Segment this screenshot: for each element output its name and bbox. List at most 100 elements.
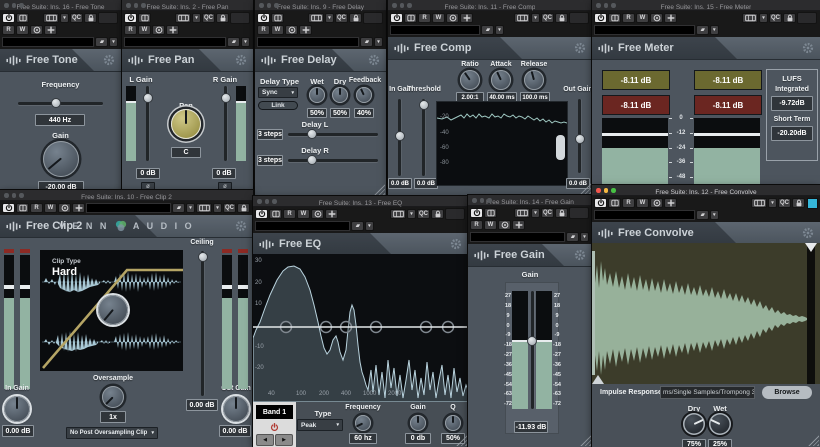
bypass-button[interactable] bbox=[390, 13, 403, 23]
compare-button[interactable] bbox=[138, 13, 151, 23]
wet-knob[interactable] bbox=[309, 87, 325, 103]
compare-button[interactable] bbox=[608, 198, 621, 208]
frequency-value[interactable]: 440 Hz bbox=[35, 114, 85, 126]
l-gain-slider-handle[interactable] bbox=[143, 93, 153, 103]
resize-handle[interactable] bbox=[580, 435, 591, 446]
preset-field[interactable] bbox=[470, 232, 565, 242]
ab-compare-button[interactable] bbox=[390, 209, 406, 219]
automation-button[interactable] bbox=[285, 25, 298, 35]
read-automation-button[interactable]: R bbox=[470, 220, 483, 230]
traffic-lights[interactable] bbox=[392, 3, 412, 8]
bypass-button[interactable] bbox=[470, 208, 483, 218]
settings-gear-icon[interactable] bbox=[368, 54, 380, 66]
dropdown-menu-button[interactable]: ▾ bbox=[60, 13, 69, 23]
ab-compare-button[interactable] bbox=[514, 208, 530, 218]
wet-value[interactable]: 50% bbox=[307, 108, 327, 118]
qc-button[interactable]: QC bbox=[417, 209, 430, 219]
write-automation-button[interactable]: W bbox=[636, 13, 649, 23]
delay-l-steps[interactable]: 3 steps bbox=[257, 129, 283, 140]
peak-left-readout[interactable]: -8.11 dB bbox=[602, 70, 670, 90]
qc-lock-button[interactable] bbox=[783, 13, 796, 23]
frequency-slider-handle[interactable] bbox=[51, 98, 61, 108]
bypass-button[interactable] bbox=[255, 209, 268, 219]
preset-step-button[interactable]: ▴▾ bbox=[172, 203, 185, 213]
resize-handle[interactable] bbox=[374, 184, 385, 195]
preset-step-button[interactable]: ▴▾ bbox=[696, 25, 709, 35]
settings-gear-icon[interactable] bbox=[235, 220, 247, 232]
add-function-button[interactable] bbox=[664, 198, 677, 208]
bypass-button[interactable] bbox=[2, 203, 15, 213]
add-function-button[interactable] bbox=[460, 13, 473, 23]
dropdown-menu-button[interactable]: ▾ bbox=[213, 203, 222, 213]
preset-field[interactable] bbox=[2, 37, 94, 47]
write-automation-button[interactable]: W bbox=[636, 198, 649, 208]
dropdown-menu-button[interactable]: ▾ bbox=[710, 25, 719, 35]
ab-compare-button[interactable] bbox=[751, 198, 767, 208]
compare-button[interactable] bbox=[484, 208, 497, 218]
compare-button[interactable] bbox=[608, 13, 621, 23]
titlebar[interactable]: Free Suite: Ins. 14 - Free Gain bbox=[468, 195, 592, 206]
preset-field[interactable] bbox=[257, 37, 359, 47]
impulse-response-path[interactable]: ms/Single Samples/Trompong 3.wav bbox=[660, 386, 755, 399]
browse-button[interactable]: Browse bbox=[762, 386, 812, 399]
qc-button[interactable]: QC bbox=[778, 198, 791, 208]
ceiling-slider[interactable] bbox=[201, 251, 204, 396]
compare-button[interactable] bbox=[16, 13, 29, 23]
gain-value[interactable]: -11.93 dB bbox=[514, 421, 548, 433]
clip-type-value[interactable]: Hard bbox=[52, 266, 77, 278]
add-function-button[interactable] bbox=[664, 13, 677, 23]
write-automation-button[interactable]: W bbox=[297, 209, 310, 219]
dry-knob[interactable] bbox=[332, 87, 348, 103]
settings-gear-icon[interactable] bbox=[103, 54, 115, 66]
preset-field[interactable] bbox=[390, 25, 480, 35]
read-automation-button[interactable]: R bbox=[2, 25, 15, 35]
read-automation-button[interactable]: R bbox=[622, 13, 635, 23]
qc-button[interactable]: QC bbox=[335, 13, 348, 23]
traffic-lights[interactable] bbox=[4, 193, 24, 198]
dropdown-menu-button[interactable]: ▾ bbox=[495, 25, 504, 35]
integrated-value[interactable]: -9.72dB bbox=[771, 96, 813, 111]
pan-knob[interactable] bbox=[171, 109, 201, 139]
qc-lock-button[interactable] bbox=[237, 203, 250, 213]
start-marker-icon[interactable] bbox=[592, 375, 604, 384]
traffic-lights[interactable] bbox=[4, 3, 24, 8]
gain-slider-handle[interactable] bbox=[527, 336, 537, 346]
frequency-knob[interactable] bbox=[355, 415, 371, 431]
gain-value[interactable]: 0 db bbox=[405, 433, 431, 444]
type-dropdown[interactable]: Peak▾ bbox=[297, 419, 343, 431]
write-automation-button[interactable]: W bbox=[484, 220, 497, 230]
oversample-value[interactable]: 1x bbox=[100, 411, 126, 423]
dropdown-menu-button[interactable]: ▾ bbox=[186, 203, 195, 213]
oversample-knob[interactable] bbox=[102, 386, 124, 408]
settings-gear-icon[interactable] bbox=[574, 42, 586, 54]
clip-left-readout[interactable]: -8.11 dB bbox=[602, 95, 670, 115]
read-automation-button[interactable]: R bbox=[283, 209, 296, 219]
traffic-lights[interactable] bbox=[257, 199, 277, 204]
preset-step-button[interactable]: ▴▾ bbox=[351, 221, 364, 231]
ab-compare-button[interactable] bbox=[196, 203, 212, 213]
qc-button[interactable]: QC bbox=[541, 208, 554, 218]
dropdown-menu-button[interactable]: ▾ bbox=[241, 37, 250, 47]
dropdown-menu-button[interactable]: ▾ bbox=[192, 13, 201, 23]
preset-field[interactable] bbox=[124, 37, 226, 47]
band-name[interactable]: Band 1 bbox=[256, 405, 293, 419]
automation-button[interactable] bbox=[498, 220, 511, 230]
dry-value[interactable]: 50% bbox=[330, 108, 350, 118]
gain-knob[interactable] bbox=[43, 141, 79, 177]
pan-value[interactable]: C bbox=[171, 147, 201, 158]
read-automation-button[interactable]: R bbox=[418, 13, 431, 23]
titlebar[interactable]: Free Suite: Ins. 2 - Free Pan bbox=[122, 0, 253, 11]
qc-button[interactable]: QC bbox=[769, 13, 782, 23]
bypass-button[interactable] bbox=[257, 13, 270, 23]
ab-compare-button[interactable] bbox=[175, 13, 191, 23]
read-automation-button[interactable]: R bbox=[124, 25, 137, 35]
post-clip-dropdown[interactable]: No Post Oversampling Clip▾ bbox=[66, 427, 158, 439]
ab-compare-button[interactable] bbox=[514, 13, 530, 23]
bypass-button[interactable] bbox=[594, 198, 607, 208]
preset-step-button[interactable]: ▴▾ bbox=[227, 37, 240, 47]
r-gain-value[interactable]: 0 dB bbox=[212, 168, 236, 179]
in-gain-value[interactable]: 0.0 dB bbox=[388, 178, 412, 189]
delay-l-slider[interactable] bbox=[288, 133, 378, 136]
frequency-value[interactable]: 60 hz bbox=[349, 433, 377, 444]
dropdown-menu-button[interactable]: ▾ bbox=[759, 13, 768, 23]
